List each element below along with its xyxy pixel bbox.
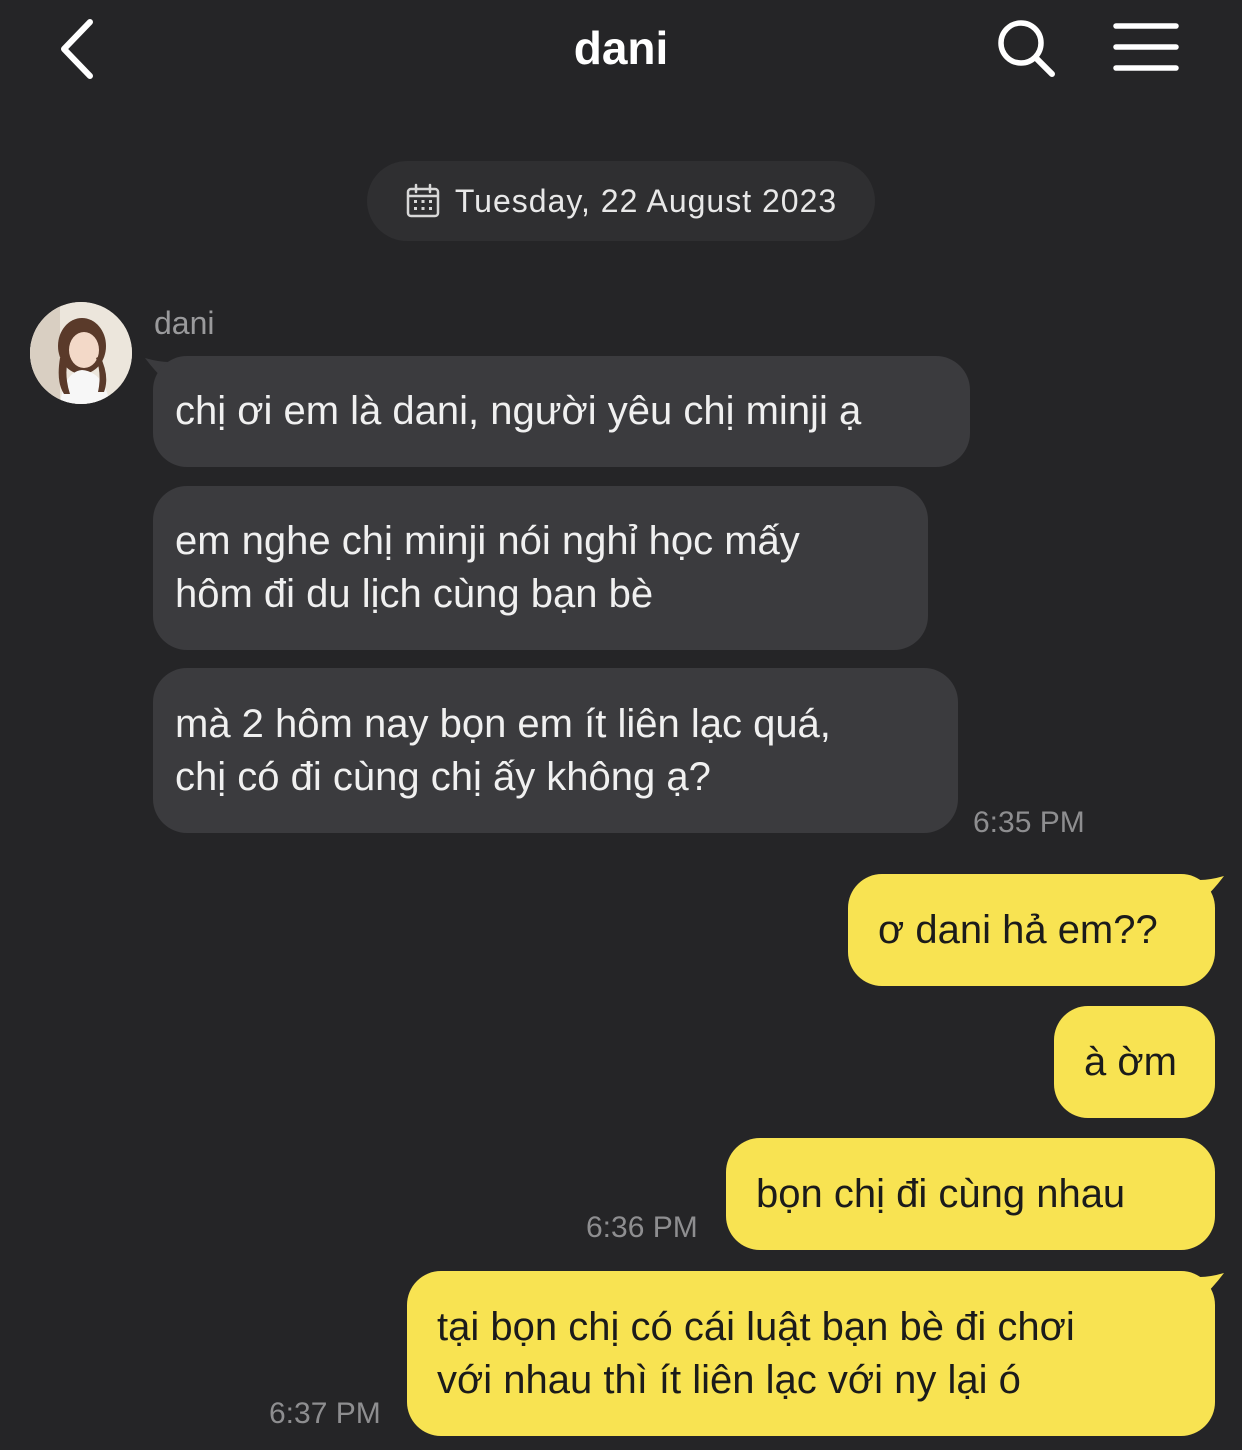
message-text: em nghe chị minji nói nghỉ học mấy hôm đ… — [175, 519, 800, 616]
search-icon — [998, 20, 1055, 77]
avatar-photo — [30, 302, 132, 404]
message-timestamp: 6:36 PM — [586, 1211, 698, 1244]
search-button[interactable] — [992, 14, 1062, 84]
incoming-message[interactable]: chị ơi em là dani, người yêu chị minji ạ — [153, 356, 970, 467]
message-text: mà 2 hôm nay bọn em ít liên lạc quá, chị… — [175, 701, 831, 799]
message-timestamp: 6:35 PM — [973, 806, 1085, 839]
outgoing-message[interactable]: tại bọn chị có cái luật bạn bè đi chơi v… — [407, 1271, 1215, 1436]
chat-header: dani — [0, 0, 1242, 100]
message-text: à ờm — [1084, 1039, 1177, 1084]
incoming-message[interactable]: em nghe chị minji nói nghỉ học mấy hôm đ… — [153, 486, 928, 650]
avatar[interactable] — [30, 302, 132, 404]
sender-name: dani — [154, 305, 215, 341]
date-divider: Tuesday, 22 August 2023 — [367, 161, 875, 241]
message-text: tại bọn chị có cái luật bạn bè đi chơi v… — [437, 1304, 1075, 1402]
calendar-icon — [406, 183, 440, 218]
message-text: chị ơi em là dani, người yêu chị minji ạ — [175, 389, 862, 433]
incoming-message[interactable]: mà 2 hôm nay bọn em ít liên lạc quá, chị… — [153, 668, 958, 833]
outgoing-message[interactable]: bọn chị đi cùng nhau — [726, 1138, 1215, 1250]
outgoing-message[interactable]: à ờm — [1054, 1006, 1215, 1118]
date-text: Tuesday, 22 August 2023 — [454, 182, 838, 219]
message-text: ơ dani hả em?? — [878, 907, 1158, 952]
message-text: bọn chị đi cùng nhau — [756, 1171, 1126, 1216]
outgoing-message[interactable]: ơ dani hả em?? — [848, 874, 1215, 986]
message-timestamp: 6:37 PM — [269, 1397, 381, 1430]
menu-button[interactable] — [1108, 16, 1184, 80]
hamburger-menu-icon — [1113, 23, 1179, 71]
